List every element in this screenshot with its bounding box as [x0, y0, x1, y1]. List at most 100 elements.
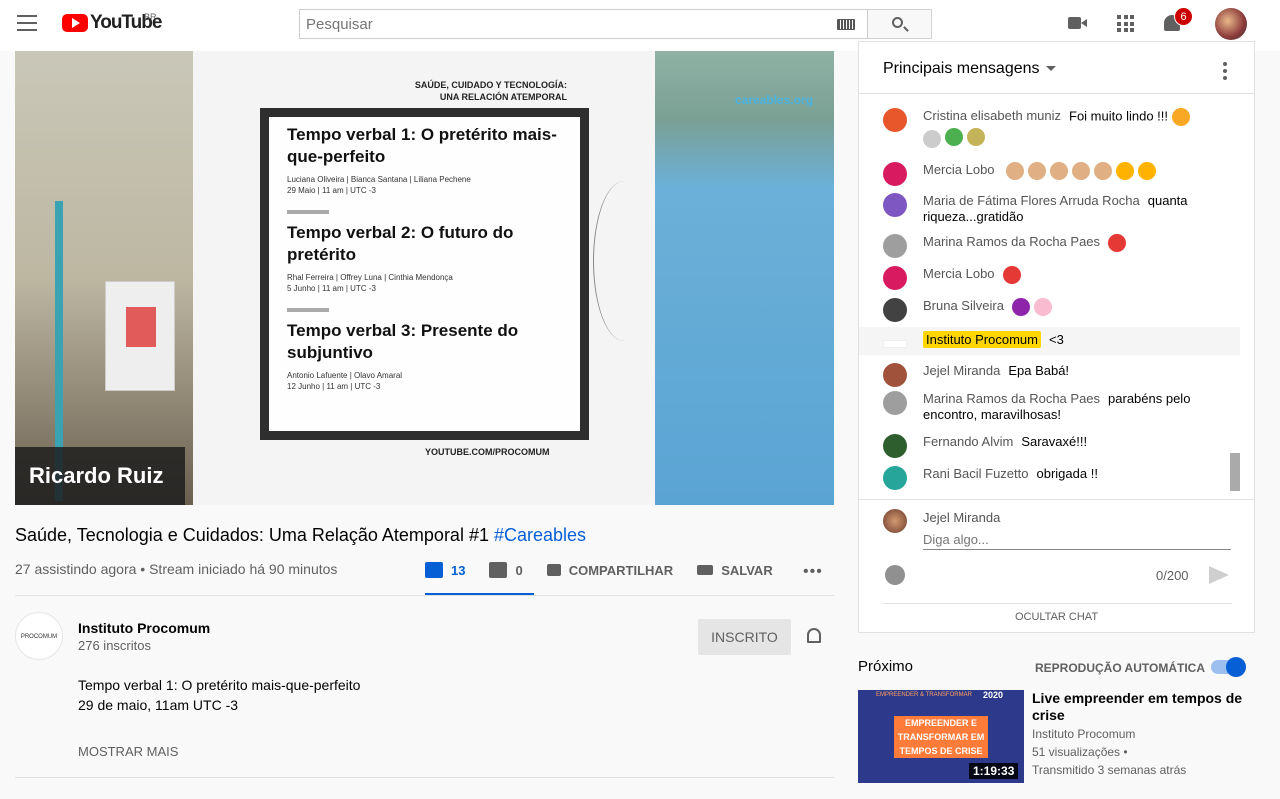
show-more-button[interactable]: MOSTRAR MAIS [78, 744, 178, 759]
channel-name[interactable]: Instituto Procomum [78, 620, 210, 636]
chat-author[interactable]: Jejel Miranda [923, 363, 1000, 378]
chat-author[interactable]: Marina Ramos da Rocha Paes [923, 234, 1100, 249]
chat-author[interactable]: Cristina elisabeth muniz [923, 108, 1061, 123]
save-button[interactable]: SALVAR [697, 563, 773, 578]
subscriber-count: 276 inscritos [78, 638, 151, 653]
search-input[interactable] [300, 10, 820, 38]
slide-header-line2: UNA RELACIÓN ATEMPORAL [439, 92, 567, 102]
slide-item-title: Tempo verbal 3: Presente do subjuntivo [287, 321, 519, 362]
chat-author[interactable]: Bruna Silveira [923, 298, 1004, 313]
chat-author[interactable]: Rani Bacil Fuzetto [923, 466, 1029, 481]
send-icon[interactable] [1209, 566, 1229, 584]
apps-icon[interactable] [1117, 15, 1134, 32]
chat-author-owner[interactable]: Instituto Procomum [923, 331, 1041, 348]
chat-message: Marina Ramos da Rocha Paes [883, 234, 1213, 258]
slide-item-date: 5 Junho | 11 am | UTC -3 [287, 284, 376, 293]
create-video-icon[interactable] [1068, 17, 1087, 29]
chat-author[interactable]: Marina Ramos da Rocha Paes [923, 391, 1100, 406]
slide-item-date: 29 Maio | 11 am | UTC -3 [287, 186, 376, 195]
web-emoji-icon [923, 130, 941, 148]
chat-author[interactable]: Mercia Lobo [923, 266, 995, 281]
chat-message: Jejel Miranda Epa Babá! [883, 363, 1213, 387]
author-avatar [883, 108, 907, 132]
search-button[interactable] [868, 9, 932, 39]
save-label: SALVAR [721, 562, 773, 578]
thumb-main-text: EMPREENDER E TRANSFORMAR EM TEMPOS DE CR… [894, 716, 988, 758]
autoplay-toggle[interactable] [1211, 657, 1246, 677]
next-video-channel[interactable]: Instituto Procomum [1032, 727, 1135, 741]
dislike-button[interactable]: 0 [489, 562, 523, 578]
video-title-text: Saúde, Tecnologia e Cuidados: Uma Relaçã… [15, 525, 494, 545]
subscribe-button[interactable]: INSCRITO [698, 619, 791, 655]
divider [859, 499, 1254, 500]
next-video-date: Transmitido 3 semanas atrás [1032, 763, 1187, 777]
slide-header-line1: SAÚDE, CUIDADO Y TECNOLOGÍA: [414, 80, 567, 90]
presenter-camera: Ricardo Ruiz [15, 51, 193, 505]
purple-heart-emoji-icon [1011, 298, 1030, 316]
slide-item-date: 12 Junho | 11 am | UTC -3 [287, 382, 381, 391]
video-duration: 1:19:33 [969, 763, 1019, 779]
emoji-picker-icon[interactable] [885, 565, 905, 585]
chat-mode-dropdown[interactable]: Principais mensagens [883, 60, 1056, 78]
next-video-thumbnail[interactable]: EMPREENDER & TRANSFORMAR 2020 EMPREENDER… [858, 690, 1024, 783]
video-player[interactable]: Ricardo Ruiz SAÚDE, CUIDADO Y TECNOLOGÍA… [15, 51, 834, 505]
like-button[interactable]: 13 [425, 562, 465, 578]
menu-icon[interactable] [17, 15, 37, 31]
youtube-logo[interactable]: YouTube BR [62, 12, 162, 34]
clap-emoji-icon [1072, 162, 1091, 180]
share-label: COMPARTILHAR [568, 562, 674, 578]
author-avatar [883, 434, 907, 458]
toggle-knob [1226, 657, 1246, 677]
slide-item-people: Antonio Lafuente | Olavo Amaral [287, 371, 403, 380]
slide-item-title: Tempo verbal 2: O futuro do pretérito [287, 223, 514, 264]
slide-item-title: Tempo verbal 1: O pretérito mais-que-per… [287, 125, 557, 166]
speaker-camera: careables.org [655, 51, 834, 505]
youtube-play-icon [62, 14, 88, 32]
chat-message: Cristina elisabeth muniz Foi muito lindo … [883, 108, 1213, 148]
slide-box: Tempo verbal 1: O pretérito mais-que-per… [260, 108, 589, 440]
slide-footer: YOUTUBE.COM/PROCOMUM [425, 447, 550, 457]
hide-chat-button[interactable]: OCULTAR CHAT [859, 611, 1254, 623]
more-actions-icon[interactable]: ••• [803, 563, 823, 581]
hashtag-link[interactable]: #Careables [494, 525, 586, 545]
more-vert-icon[interactable] [1223, 62, 1227, 80]
live-chat: Principais mensagens Cristina elisabeth … [858, 41, 1255, 633]
chat-message: Rani Bacil Fuzetto obrigada !! [883, 466, 1213, 490]
author-avatar [883, 234, 907, 258]
thumb-top-text: EMPREENDER & TRANSFORMAR [876, 692, 972, 698]
share-button[interactable]: COMPARTILHAR [546, 562, 674, 578]
search-box [299, 9, 868, 39]
chat-author[interactable]: Maria de Fátima Flores Arruda Rocha [923, 193, 1140, 208]
description-line: 29 de maio, 11am UTC -3 [78, 697, 239, 713]
notification-bell-icon[interactable] [807, 628, 821, 643]
chat-author[interactable]: Fernando Alvim [923, 434, 1013, 449]
slide-item-people: Luciana Oliveira | Bianca Santana | Lili… [287, 175, 471, 184]
clap-emoji-icon [1028, 162, 1047, 180]
input-author-name: Jejel Miranda [923, 510, 1001, 525]
chat-scrollbar[interactable] [1230, 453, 1240, 491]
herb-emoji-icon [967, 128, 985, 146]
thumbs-down-icon [489, 562, 508, 578]
chat-text: Saravaxé!!! [1021, 434, 1088, 449]
kiss-face-emoji-icon [1138, 162, 1157, 180]
channel-avatar[interactable]: PROCOMUM [15, 612, 63, 660]
notification-badge: 6 [1174, 7, 1193, 26]
next-video-title[interactable]: Live empreender em tempos de crise [1032, 690, 1252, 724]
chat-author[interactable]: Mercia Lobo [923, 162, 995, 177]
up-next-label: Próximo [858, 658, 914, 675]
thumbs-up-icon [425, 562, 443, 578]
divider [859, 93, 1254, 94]
author-avatar [883, 193, 907, 217]
user-avatar[interactable] [1215, 8, 1247, 40]
slide-header: SAÚDE, CUIDADO Y TECNOLOGÍA: UNA RELACIÓ… [193, 79, 567, 103]
divider [15, 595, 834, 596]
presenter-namecard: Ricardo Ruiz [15, 447, 185, 505]
clap-emoji-icon [1050, 162, 1069, 180]
chat-input[interactable] [923, 530, 1231, 550]
chat-text: obrigada !! [1036, 466, 1098, 481]
playlist-add-icon [697, 565, 714, 575]
heart-emoji-icon [1108, 234, 1127, 252]
keyboard-icon[interactable] [837, 19, 855, 30]
presentation-slide: SAÚDE, CUIDADO Y TECNOLOGÍA: UNA RELACIÓ… [193, 51, 655, 505]
divider [15, 777, 834, 778]
